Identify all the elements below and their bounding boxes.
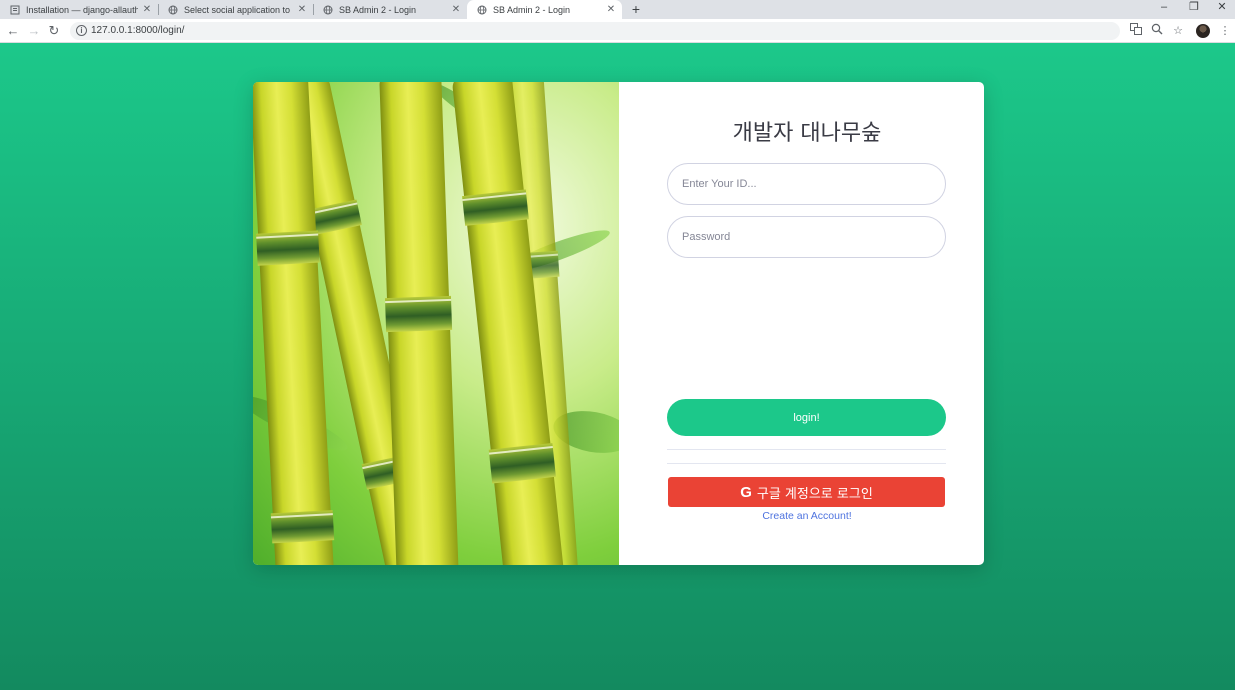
login-form: 개발자 대나무숲 login! G 구글 계정으로 로그인 Create an … [619,82,984,565]
close-tab-icon[interactable]: ✕ [142,4,152,15]
divider [667,449,946,450]
close-tab-icon[interactable]: ✕ [297,4,307,15]
bamboo-node [384,295,453,333]
browser-tab-0[interactable]: Installation — django-allauth 0. ✕ [0,0,158,19]
browser-tab-title: SB Admin 2 - Login [339,4,417,15]
bamboo-node [256,230,320,266]
browser-tab-3[interactable]: SB Admin 2 - Login ✕ [467,0,622,19]
page-title: 개발자 대나무숲 [732,121,882,146]
google-login-label: 구글 계정으로 로그인 [756,486,873,502]
browser-tabstrip: Installation — django-allauth 0. ✕ Selec… [0,0,1235,19]
id-input[interactable] [667,163,946,205]
browser-tab-2[interactable]: SB Admin 2 - Login ✕ [313,0,467,19]
globe-icon [477,5,487,15]
site-info-icon[interactable]: i [76,25,87,36]
browser-tab-1[interactable]: Select social application to chan ✕ [158,0,313,19]
browser-toolbar: ← → ↻ i 127.0.0.1:8000/login/ ☆ ⋮ [0,19,1235,43]
close-tab-icon[interactable]: ✕ [451,4,461,15]
login-page: 개발자 대나무숲 login! G 구글 계정으로 로그인 Create an … [0,43,1235,690]
bamboo-image [253,82,619,565]
globe-icon [323,5,333,15]
forward-arrow-icon[interactable]: → [25,22,43,40]
browser-tab-title: SB Admin 2 - Login [493,4,571,15]
browser-tab-title: Select social application to chan [184,4,293,15]
restore-window-button[interactable]: ❐ [1180,0,1208,17]
create-account-link[interactable]: Create an Account! [619,510,984,522]
password-input[interactable] [667,216,946,258]
reload-icon[interactable]: ↻ [45,22,63,40]
bamboo-node [462,189,529,226]
translate-icon[interactable] [1128,23,1144,39]
bamboo-node [488,442,556,484]
address-bar-url: 127.0.0.1:8000/login/ [91,25,185,36]
divider [667,463,946,464]
close-window-button[interactable]: ✕ [1208,0,1235,17]
new-tab-button[interactable]: + [628,0,644,19]
zoom-icon[interactable] [1149,23,1165,39]
profile-avatar[interactable] [1196,24,1210,38]
menu-kebab-icon[interactable]: ⋮ [1217,23,1233,39]
bookmark-star-icon[interactable]: ☆ [1170,23,1186,39]
login-button[interactable]: login! [667,399,946,436]
back-arrow-icon[interactable]: ← [4,22,22,40]
close-tab-icon[interactable]: ✕ [606,4,616,15]
login-card: 개발자 대나무숲 login! G 구글 계정으로 로그인 Create an … [253,82,984,565]
google-icon: G [740,483,752,501]
minimize-window-button[interactable]: – [1150,0,1178,17]
google-login-button[interactable]: G 구글 계정으로 로그인 [668,477,945,507]
address-bar[interactable]: i 127.0.0.1:8000/login/ [70,22,1120,40]
bamboo-node [270,510,335,544]
browser-tab-title: Installation — django-allauth 0. [26,4,138,15]
document-icon [10,5,20,15]
globe-icon [168,5,178,15]
